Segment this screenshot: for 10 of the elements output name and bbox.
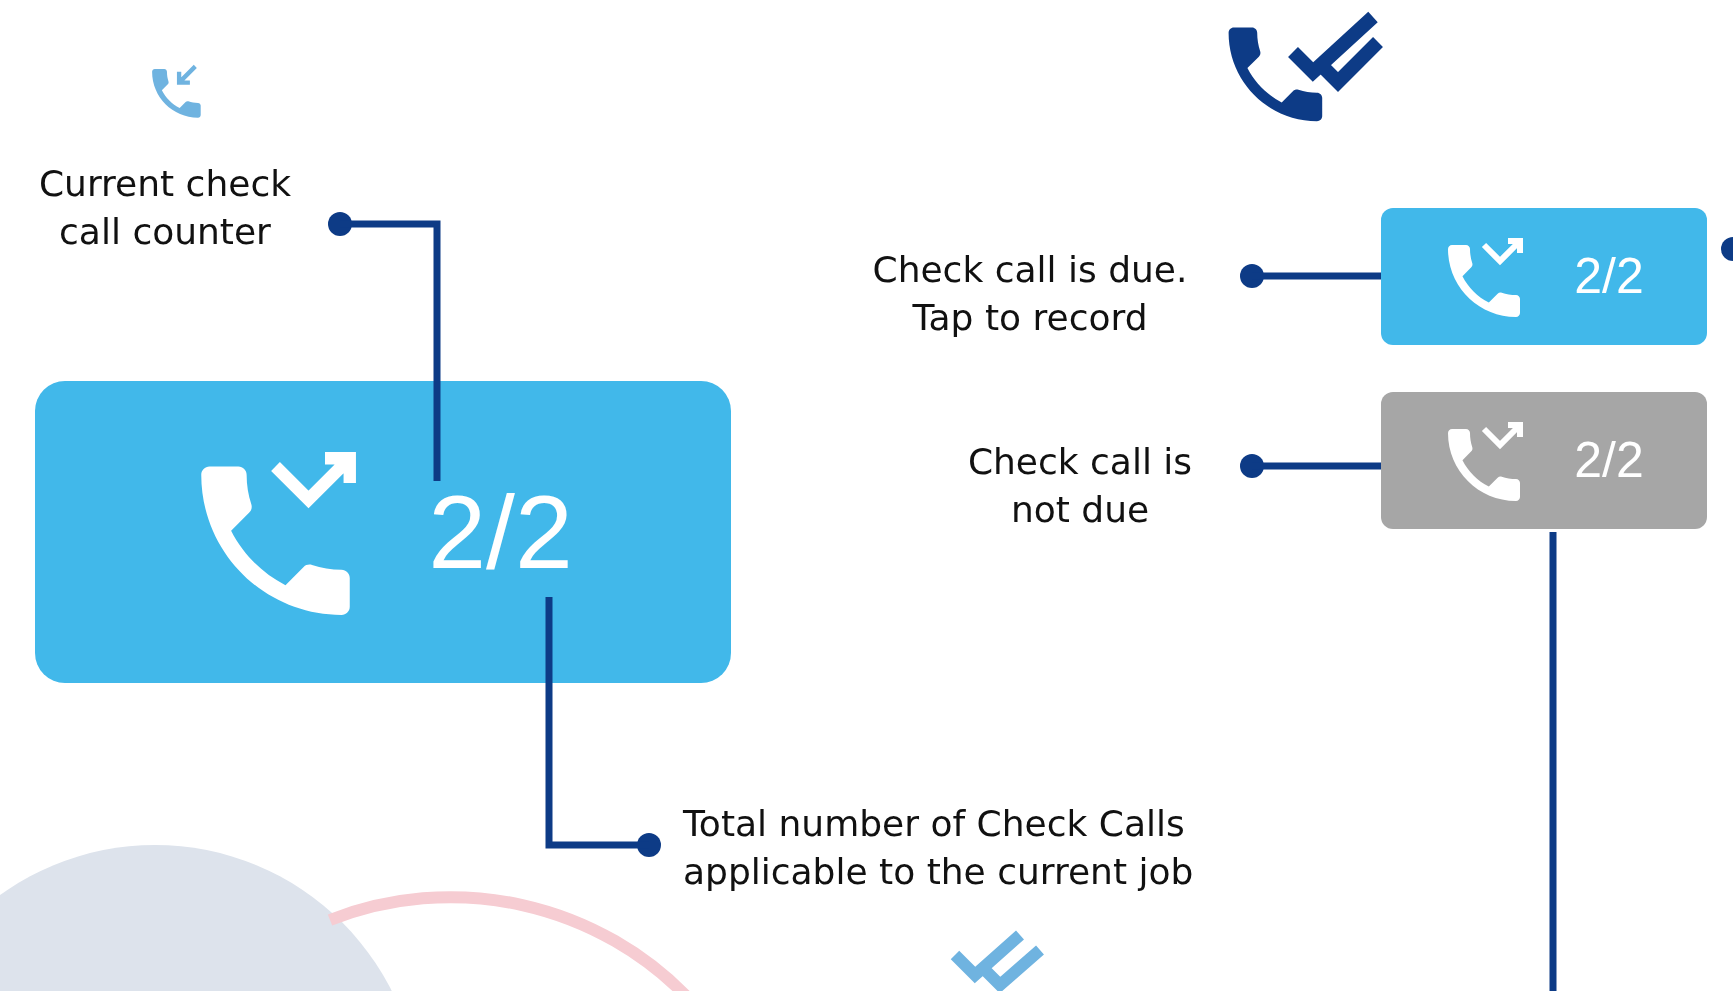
- due-caption: Check call is due. Tap to record: [871, 248, 1189, 340]
- check-call-button[interactable]: 2/2: [35, 381, 731, 683]
- double-check-icon: [949, 929, 1046, 991]
- total-caption: Total number of Check Calls applicable to the current job: [683, 802, 1195, 894]
- phone-incoming-icon: [152, 64, 201, 118]
- check-call-button[interactable]: 2/2: [1381, 392, 1707, 529]
- not-due-caption: Check call is not due: [966, 440, 1194, 532]
- counter-caption: Current check call counter: [37, 162, 293, 254]
- phone-check-icon: [1228, 10, 1385, 122]
- check-call-button[interactable]: 2/2: [1381, 208, 1707, 345]
